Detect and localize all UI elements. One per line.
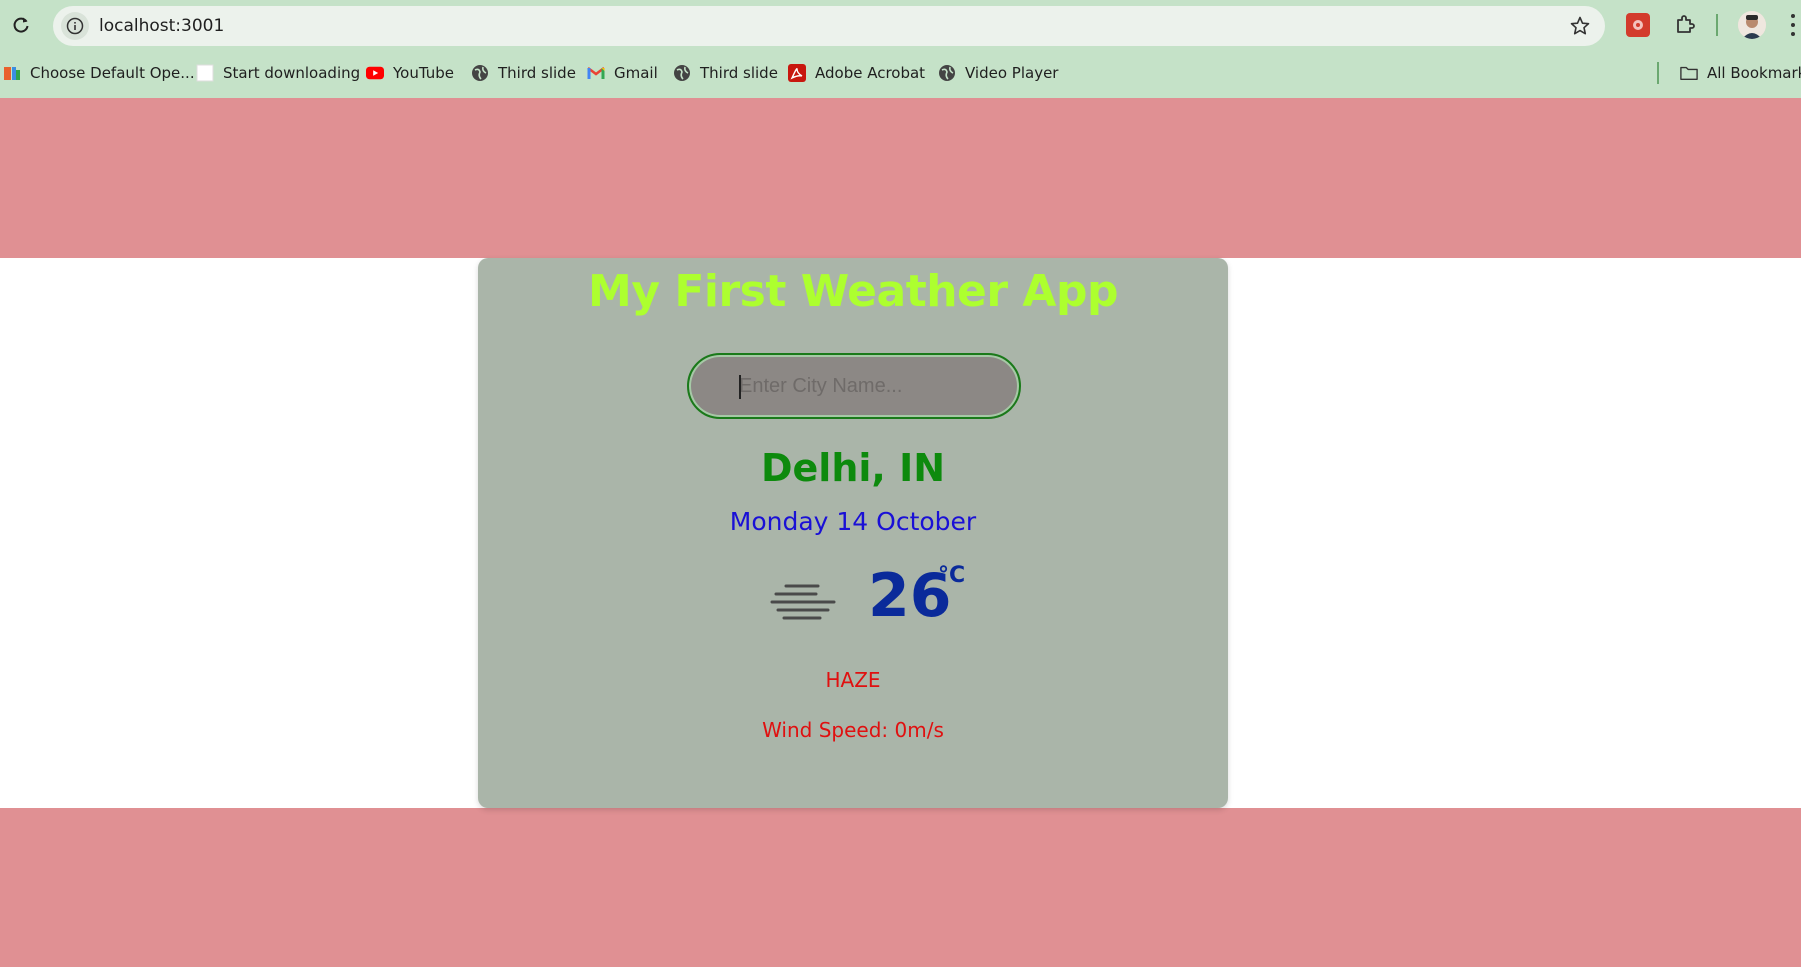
youtube-icon [366, 64, 384, 82]
temperature-unit: °C [938, 563, 966, 588]
url-text[interactable]: localhost:3001 [99, 16, 224, 36]
browser-chrome: localhost:3001 Choose Default Ope... Sta… [0, 0, 1801, 98]
city-search-input[interactable] [739, 355, 999, 417]
bookmarks-divider [1657, 62, 1659, 84]
current-date: Monday 14 October [729, 507, 977, 536]
bookmark-item[interactable]: Gmail [587, 60, 658, 86]
bookmark-star-icon[interactable] [1569, 15, 1591, 37]
reload-icon[interactable] [8, 12, 34, 38]
profile-avatar[interactable] [1738, 11, 1766, 39]
extensions-puzzle-icon[interactable] [1672, 12, 1698, 38]
weather-condition: HAZE [825, 668, 881, 692]
bookmark-label: Third slide [498, 64, 576, 82]
wind-speed-label: Wind Speed: [762, 718, 895, 742]
bookmark-label: YouTube [393, 64, 454, 82]
bookmark-label: Start downloading [223, 64, 361, 82]
app-title: My First Weather App [588, 266, 1118, 317]
globe-icon [938, 64, 956, 82]
bookmark-item[interactable]: Choose Default Ope... [3, 60, 195, 86]
blank-page-icon [196, 64, 214, 82]
folder-icon [1680, 64, 1698, 82]
text-caret [739, 375, 741, 399]
browser-menu-icon[interactable] [1788, 12, 1798, 38]
bookmark-label: Adobe Acrobat [815, 64, 926, 82]
globe-icon [673, 64, 691, 82]
all-bookmarks-label: All Bookmarks [1707, 64, 1801, 82]
top-band [0, 98, 1801, 258]
all-bookmarks-button[interactable]: All Bookmarks [1680, 60, 1801, 86]
bookmark-label: Gmail [614, 64, 658, 82]
bookmark-item[interactable]: Third slide [673, 60, 778, 86]
wind-speed-value: 0m/s [894, 718, 944, 742]
bookmark-label: Choose Default Ope... [30, 64, 195, 82]
acrobat-icon [788, 64, 806, 82]
bookmark-item[interactable]: YouTube [366, 60, 454, 86]
site-info-icon[interactable] [61, 12, 89, 40]
bookmarks-bar: Choose Default Ope... Start downloading … [0, 60, 1801, 86]
haze-icon [768, 578, 838, 628]
globe-icon [471, 64, 489, 82]
toolbar-divider [1716, 14, 1718, 36]
office-icon [3, 64, 21, 82]
wind-speed: Wind Speed: 0m/s [478, 718, 1228, 742]
weather-card: My First Weather App Delhi, IN Monday 14… [478, 258, 1228, 808]
bookmark-item[interactable]: Third slide [471, 60, 576, 86]
city-name: Delhi, IN [760, 446, 946, 490]
gmail-icon [587, 64, 605, 82]
bottom-band [0, 808, 1801, 967]
bookmark-item[interactable]: Start downloading [196, 60, 360, 86]
bookmark-item[interactable]: Video Player [938, 60, 1058, 86]
bookmark-label: Video Player [965, 64, 1059, 82]
bookmark-item[interactable]: Adobe Acrobat [788, 60, 925, 86]
city-search-box[interactable] [687, 353, 1021, 419]
bookmark-label: Third slide [700, 64, 778, 82]
extension-icon[interactable] [1626, 13, 1650, 37]
address-bar[interactable]: localhost:3001 [53, 6, 1605, 46]
